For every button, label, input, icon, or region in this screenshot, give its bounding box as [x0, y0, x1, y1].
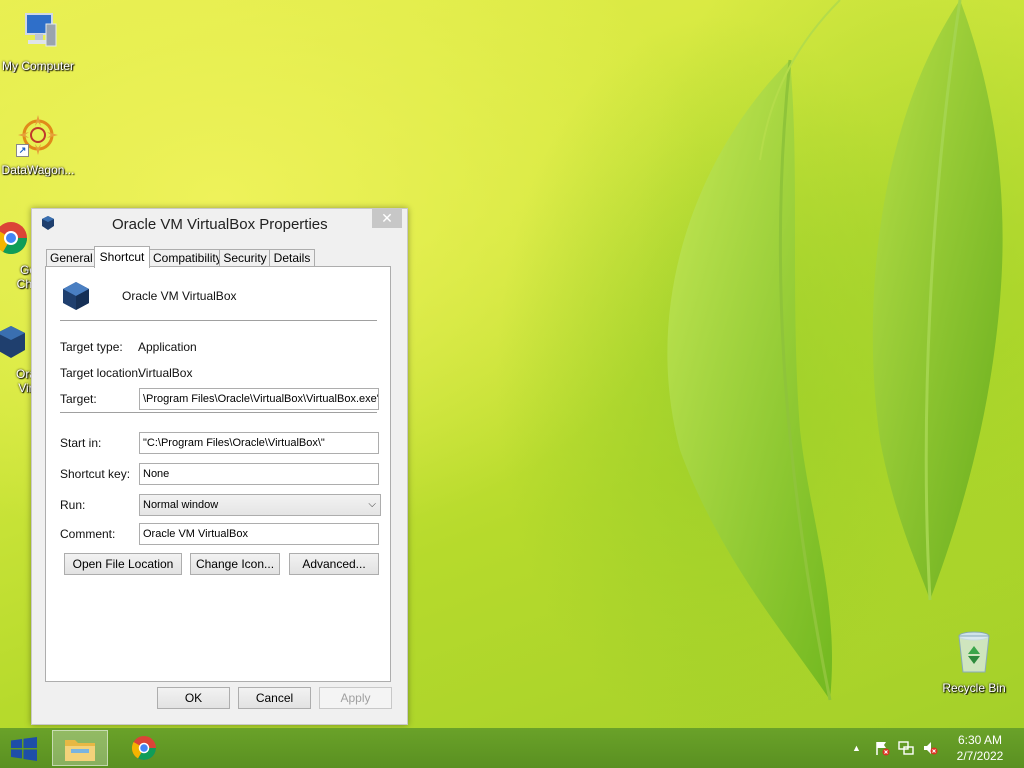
desktop-icon-my-computer[interactable]: My Computer [0, 10, 76, 73]
apply-button[interactable]: Apply [319, 687, 392, 709]
target-type-value: Application [138, 340, 197, 354]
separator [60, 320, 377, 322]
network-icon[interactable] [898, 740, 914, 756]
tab-security[interactable]: Security [219, 249, 271, 267]
desktop-icon-label: My Computer [1, 59, 75, 73]
close-button[interactable]: ✕ [372, 209, 402, 228]
shortcut-app-name: Oracle VM VirtualBox [122, 289, 237, 303]
target-field[interactable]: \Program Files\Oracle\VirtualBox\Virtual… [139, 388, 379, 410]
taskbar-file-explorer[interactable] [52, 730, 108, 766]
comment-label: Comment: [60, 527, 116, 541]
desktop-icon-datawagon[interactable]: ↗ DataWagon... [0, 112, 76, 177]
change-icon-button[interactable]: Change Icon... [190, 553, 280, 575]
shortcut-tab-panel: Oracle VM VirtualBox Target type: Applic… [45, 266, 391, 682]
dialog-titlebar[interactable]: Oracle VM VirtualBox Properties ✕ [32, 209, 407, 239]
clock-time: 6:30 AM [957, 733, 1003, 747]
comment-field[interactable]: Oracle VM VirtualBox [139, 523, 379, 545]
open-file-location-button[interactable]: Open File Location [64, 553, 182, 575]
target-type-label: Target type: [60, 340, 123, 354]
separator [60, 412, 377, 414]
tab-details[interactable]: Details [269, 249, 315, 267]
tab-shortcut[interactable]: Shortcut [94, 246, 150, 268]
clock-date: 2/7/2022 [956, 749, 1004, 763]
virtualbox-icon [0, 326, 25, 358]
chrome-icon [0, 222, 28, 255]
run-select-value: Normal window [143, 499, 219, 511]
desktop-icon-label: Recycle Bin [942, 681, 1006, 695]
windows-logo-icon[interactable] [10, 737, 38, 761]
cancel-button[interactable]: Cancel [238, 687, 311, 709]
taskbar-clock[interactable]: 6:30 AM 2/7/2022 [945, 732, 1015, 764]
start-in-label: Start in: [60, 436, 102, 450]
tray-overflow-chevron-icon[interactable]: ▲ [852, 743, 861, 753]
chevron-down-icon[interactable]: ⌵ [368, 495, 376, 515]
shortcut-key-label: Shortcut key: [60, 467, 131, 481]
virtualbox-icon [63, 282, 89, 310]
target-location-label: Target location: [60, 366, 142, 380]
taskbar: ▲ 6:30 AM 2/7/2022 [0, 728, 1024, 768]
desktop-icon-label: DataWagon... [1, 163, 75, 177]
run-select[interactable]: Normal window ⌵ [139, 494, 381, 516]
taskbar-chrome[interactable] [116, 730, 172, 766]
chrome-icon [131, 736, 157, 761]
target-label: Target: [60, 392, 97, 406]
shortcut-arrow-icon: ↗ [16, 144, 29, 157]
volume-muted-icon[interactable] [922, 740, 938, 756]
folder-icon [65, 740, 95, 761]
start-in-field[interactable]: "C:\Program Files\Oracle\VirtualBox\" [139, 432, 379, 454]
shortcut-key-field[interactable]: None [139, 463, 379, 485]
ok-button[interactable]: OK [157, 687, 230, 709]
recycle-bin-icon [958, 631, 990, 673]
desktop-icon-recycle-bin[interactable]: Recycle Bin [936, 630, 1012, 695]
computer-icon [25, 13, 57, 47]
run-label: Run: [60, 498, 86, 512]
dialog-title: Oracle VM VirtualBox Properties [112, 216, 328, 233]
advanced-button[interactable]: Advanced... [289, 553, 379, 575]
action-center-flag-icon[interactable] [874, 740, 890, 756]
properties-dialog: Oracle VM VirtualBox Properties ✕ Genera… [31, 208, 408, 725]
tab-compatibility[interactable]: Compatibility [149, 249, 222, 267]
virtualbox-icon [42, 216, 54, 230]
target-location-value: VirtualBox [138, 366, 193, 380]
tab-general[interactable]: General [46, 249, 96, 267]
